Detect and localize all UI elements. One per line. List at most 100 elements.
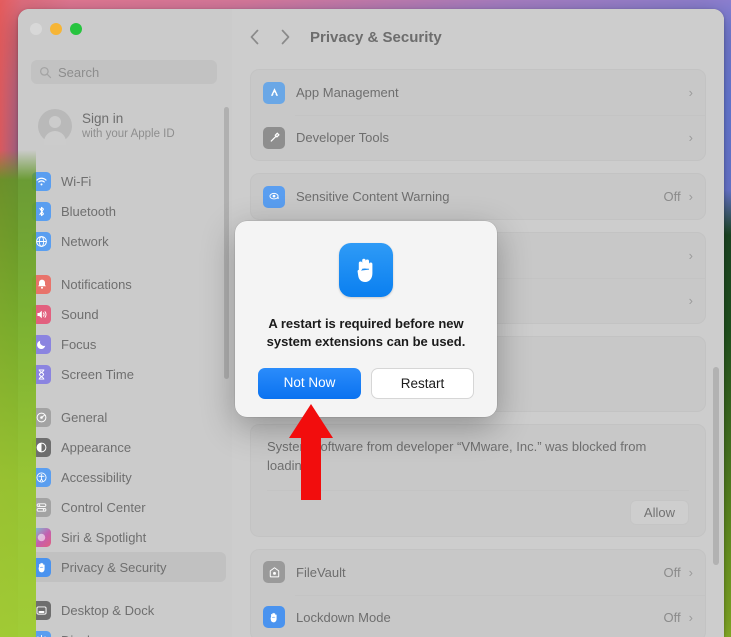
sidebar-item-displays[interactable]: Displays <box>24 625 226 637</box>
chevron-right-icon: › <box>688 85 693 100</box>
sidebar: Search Sign in with your Apple ID Wi-Fi … <box>18 9 232 637</box>
chevron-right-icon[interactable] <box>270 22 300 52</box>
row-label: Developer Tools <box>296 130 389 145</box>
row-label: FileVault <box>296 564 346 580</box>
sensitive-content-icon <box>263 185 285 208</box>
sidebar-item-focus[interactable]: Focus <box>24 329 226 359</box>
sidebar-item-label: Focus <box>61 336 97 352</box>
chevron-left-icon[interactable] <box>240 22 270 52</box>
sidebar-item-notifications[interactable]: Notifications <box>24 269 226 299</box>
appearance-icon <box>32 437 51 457</box>
row-app-management[interactable]: App Management › <box>251 70 705 115</box>
sidebar-item-desktop-dock[interactable]: Desktop & Dock <box>24 595 226 625</box>
sidebar-scrollbar[interactable] <box>224 107 229 379</box>
toolbar: Privacy & Security <box>232 9 724 65</box>
restart-required-dialog: A restart is required before new system … <box>235 221 497 417</box>
chevron-right-icon: › <box>688 189 693 204</box>
search-icon <box>39 66 52 78</box>
sidebar-group-system: General Appearance Accessibility Control… <box>18 402 232 582</box>
row-sensitive-content-warning[interactable]: Sensitive Content Warning Off › <box>251 174 705 219</box>
close-button[interactable] <box>30 23 42 35</box>
chevron-right-icon: › <box>688 293 693 308</box>
sidebar-item-appearance[interactable]: Appearance <box>24 432 226 462</box>
sidebar-item-label: Control Center <box>61 499 146 515</box>
gear-icon <box>32 407 51 427</box>
desktop-dock-icon <box>32 600 51 620</box>
window-controls <box>30 23 82 35</box>
dialog-buttons: Not Now Restart <box>258 367 474 399</box>
row-lockdown-mode[interactable]: Lockdown Mode Off › <box>251 594 705 637</box>
sidebar-item-bluetooth[interactable]: Bluetooth <box>24 196 226 226</box>
sidebar-item-screen-time[interactable]: Screen Time <box>24 359 226 389</box>
dialog-title: A restart is required before new system … <box>266 316 466 349</box>
sidebar-item-control-center[interactable]: Control Center <box>24 492 226 522</box>
hourglass-icon <box>32 364 51 384</box>
globe-icon <box>32 231 51 251</box>
row-value: Off <box>663 189 681 204</box>
sidebar-item-label: Bluetooth <box>61 203 116 219</box>
sidebar-item-label: Wi-Fi <box>61 173 92 189</box>
sidebar-item-label: Privacy & Security <box>61 559 167 575</box>
chevron-right-icon: › <box>688 248 693 263</box>
accessibility-icon <box>32 467 51 487</box>
maximize-button[interactable] <box>70 23 82 35</box>
sidebar-item-network[interactable]: Network <box>24 226 226 256</box>
main-scrollbar[interactable] <box>713 367 719 565</box>
not-now-button[interactable]: Not Now <box>258 367 361 399</box>
row-label: App Management <box>296 85 399 100</box>
settings-card: FileVault Off › Lockdown Mode Off › <box>250 548 706 637</box>
desktop-background: Search Sign in with your Apple ID Wi-Fi … <box>0 0 731 637</box>
person-avatar-icon <box>38 109 72 145</box>
sidebar-item-label: Screen Time <box>61 366 134 382</box>
siri-icon <box>32 527 51 547</box>
moon-icon <box>32 334 51 354</box>
sidebar-group-network: Wi-Fi Bluetooth Network <box>18 166 232 256</box>
hand-icon <box>32 557 51 577</box>
sidebar-group-desktop: Desktop & Dock Displays <box>18 595 232 637</box>
bell-icon <box>32 274 51 294</box>
minimize-button[interactable] <box>50 23 62 35</box>
speaker-icon <box>32 304 51 324</box>
row-value: Off <box>663 609 681 625</box>
account-subtitle: with your Apple ID <box>82 127 175 140</box>
row-developer-tools[interactable]: Developer Tools › <box>251 115 705 160</box>
hand-icon <box>339 243 393 297</box>
sidebar-item-sound[interactable]: Sound <box>24 299 226 329</box>
sidebar-item-label: Appearance <box>61 439 132 455</box>
sidebar-item-privacy-security[interactable]: Privacy & Security <box>24 552 226 582</box>
chevron-right-icon: › <box>688 130 693 145</box>
bluetooth-icon <box>32 201 51 221</box>
sidebar-item-wi-fi[interactable]: Wi-Fi <box>24 166 226 196</box>
page-title: Privacy & Security <box>310 28 442 46</box>
sidebar-item-label: Displays <box>61 633 110 637</box>
filevault-icon <box>263 561 285 584</box>
row-label: Sensitive Content Warning <box>296 189 450 204</box>
search-placeholder: Search <box>58 64 100 80</box>
sidebar-item-apple-account[interactable]: Sign in with your Apple ID <box>24 101 224 151</box>
sidebar-item-label: Siri & Spotlight <box>61 529 147 545</box>
account-name: Sign in <box>82 110 124 126</box>
sidebar-item-label: Network <box>61 233 109 249</box>
lockdown-icon <box>263 606 285 629</box>
red-up-arrow <box>289 404 333 500</box>
row-label: Lockdown Mode <box>296 609 391 625</box>
sidebar-item-general[interactable]: General <box>24 402 226 432</box>
sidebar-scroll-area: Sign in with your Apple ID Wi-Fi Bluetoo… <box>18 95 232 637</box>
developer-tools-icon <box>263 126 285 149</box>
sidebar-item-accessibility[interactable]: Accessibility <box>24 462 226 492</box>
control-center-icon <box>32 497 51 517</box>
search-input[interactable]: Search <box>31 60 217 84</box>
restart-button[interactable]: Restart <box>371 367 474 399</box>
row-filevault[interactable]: FileVault Off › <box>251 550 705 595</box>
sidebar-item-label: Sound <box>61 306 99 322</box>
allow-button[interactable]: Allow <box>629 499 689 525</box>
sidebar-item-label: Notifications <box>61 276 132 292</box>
settings-card: App Management › Developer Tools › <box>250 69 706 161</box>
sidebar-item-label: Desktop & Dock <box>61 602 155 618</box>
settings-card: Sensitive Content Warning Off › <box>250 173 706 220</box>
row-value: Off <box>663 564 681 580</box>
chevron-right-icon: › <box>688 564 693 580</box>
chevron-right-icon: › <box>688 609 693 625</box>
sidebar-item-siri-spotlight[interactable]: Siri & Spotlight <box>24 522 226 552</box>
sidebar-item-label: Accessibility <box>61 469 132 485</box>
